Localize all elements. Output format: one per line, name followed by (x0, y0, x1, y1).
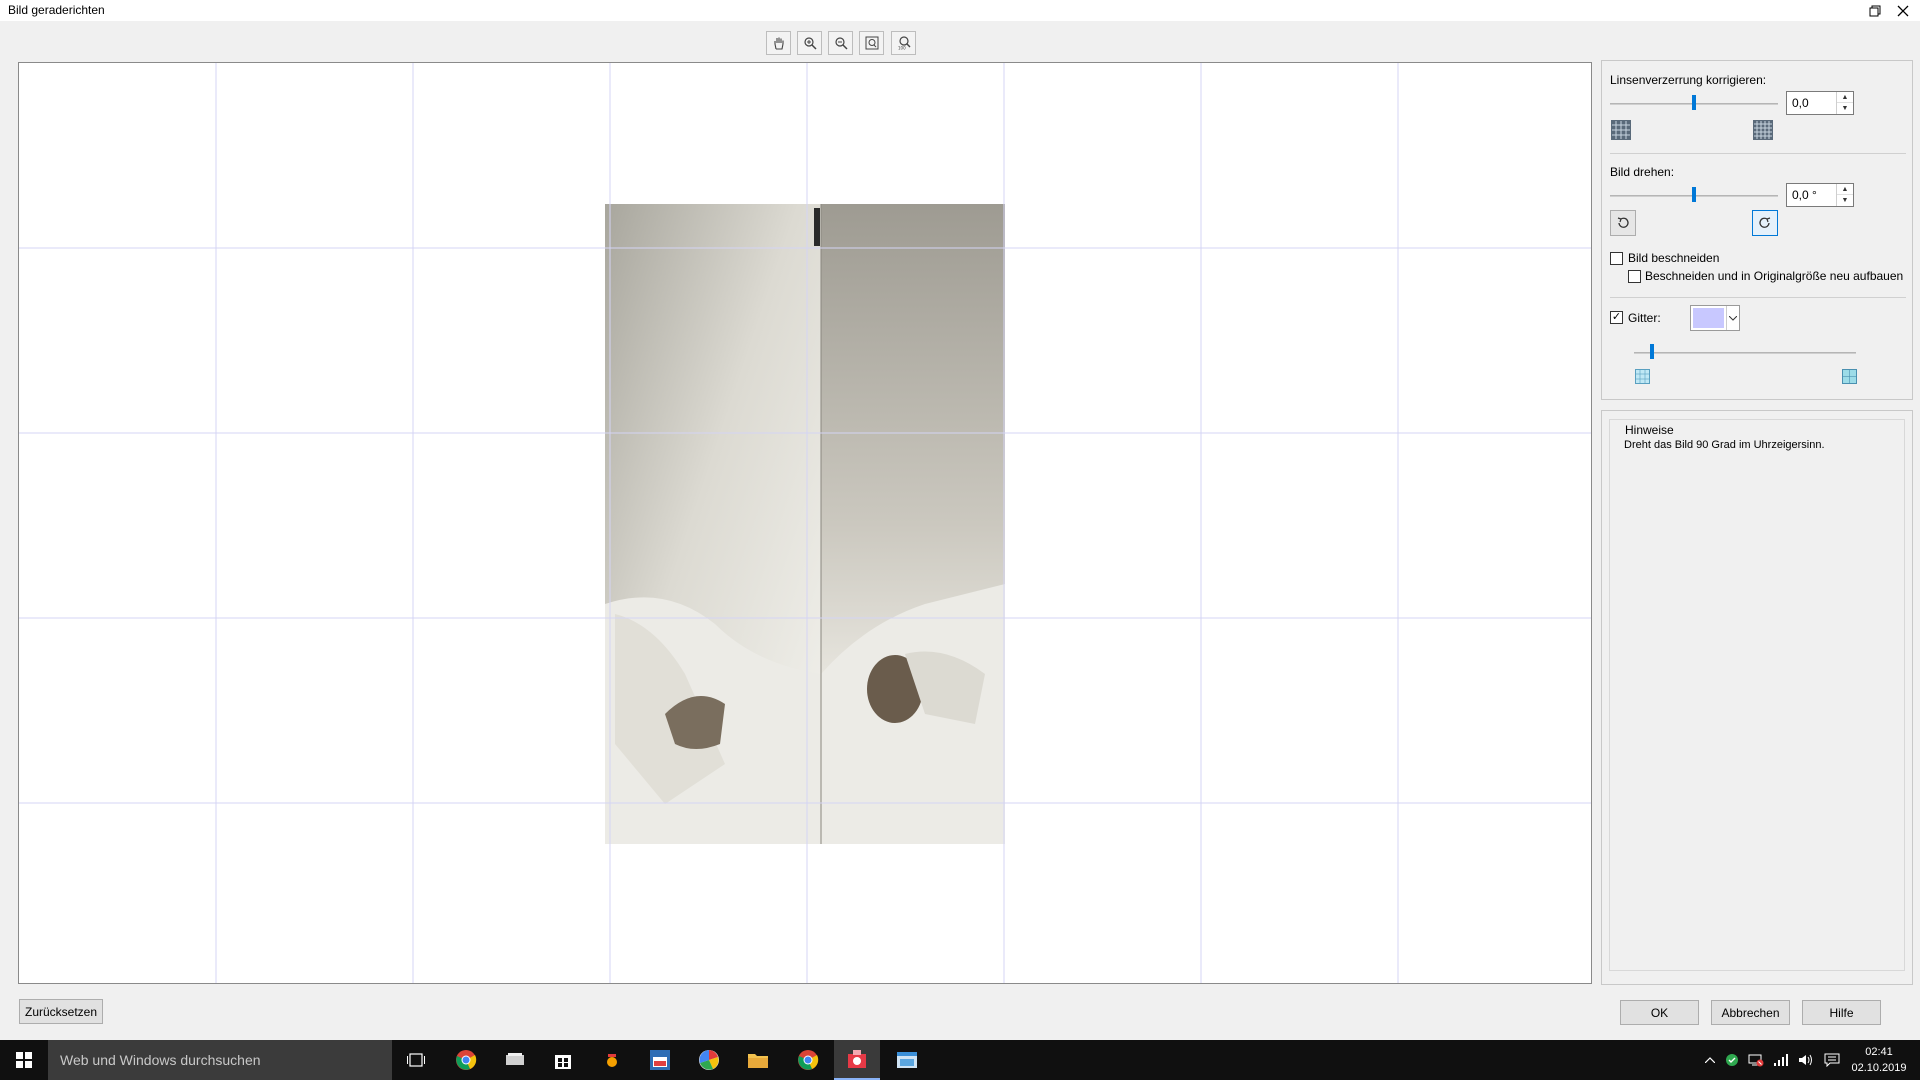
grid-label: Gitter: (1628, 311, 1661, 325)
svg-text:100: 100 (898, 46, 906, 51)
chrome-icon (456, 1050, 477, 1070)
fit-to-window-button[interactable] (859, 31, 884, 55)
pincushion-distortion-icon (1752, 119, 1774, 141)
tray-overflow-icon[interactable] (1700, 1040, 1720, 1080)
pan-tool-button[interactable] (766, 31, 791, 55)
spin-down-button[interactable]: ▼ (1837, 103, 1853, 114)
wifi-icon[interactable] (1770, 1040, 1792, 1080)
chevron-down-icon (1726, 306, 1739, 330)
lens-value: 0,0 (1792, 96, 1809, 110)
rotate-value-spinner[interactable]: 0,0 ° ▲ ▼ (1786, 183, 1854, 207)
close-button[interactable] (1890, 0, 1916, 21)
folder-icon (748, 1054, 768, 1068)
camera-app-icon (848, 1050, 866, 1068)
rotate-clockwise-icon (1759, 217, 1771, 228)
taskbar-app-8[interactable] (884, 1040, 930, 1080)
taskbar-app-active[interactable] (834, 1040, 880, 1080)
grid-checkbox[interactable]: ✓ (1610, 311, 1623, 324)
windows-logo-icon (16, 1052, 32, 1068)
close-icon (1897, 5, 1909, 16)
settings-panel: Linsenverzerrung korrigieren: 0,0 ▲ ▼ Bi… (1601, 60, 1913, 400)
hints-text: Dreht das Bild 90 Grad im Uhrzeigersinn. (1624, 439, 1825, 451)
search-placeholder: Web und Windows durchsuchen (60, 1052, 261, 1068)
action-center-icon[interactable] (1820, 1040, 1844, 1080)
rotate-label: Bild drehen: (1610, 165, 1675, 179)
spin-up-button[interactable]: ▲ (1837, 92, 1853, 103)
crop-rebuild-checkbox[interactable] (1628, 270, 1641, 283)
restore-icon (1869, 5, 1881, 16)
chrome-icon (798, 1050, 819, 1070)
taskbar-chrome-2[interactable] (785, 1040, 831, 1080)
store-icon (555, 1055, 571, 1069)
task-view-icon (407, 1053, 425, 1067)
lens-slider-thumb[interactable] (1692, 95, 1696, 110)
taskbar-app-6[interactable] (686, 1040, 732, 1080)
crop-checkbox[interactable] (1610, 252, 1623, 265)
grid-color-picker[interactable] (1690, 305, 1740, 331)
taskbar-app-2[interactable] (492, 1040, 538, 1080)
window-title: Bild geraderichten (8, 3, 105, 17)
zoom-100-button[interactable]: 100 (891, 31, 916, 55)
grid-overlay (19, 63, 1591, 983)
help-button[interactable]: Hilfe (1802, 1000, 1881, 1025)
network-warning-icon[interactable] (1745, 1040, 1767, 1080)
taskbar-file-explorer[interactable] (735, 1040, 781, 1080)
clock-time: 02:41 (1865, 1046, 1893, 1058)
start-button[interactable] (0, 1040, 48, 1080)
fit-icon (865, 36, 878, 50)
hints-frame: Hinweise Dreht das Bild 90 Grad im Uhrze… (1609, 419, 1905, 971)
task-view-button[interactable] (393, 1040, 439, 1080)
taskbar-app-5[interactable] (637, 1040, 683, 1080)
picasa-icon (699, 1050, 719, 1070)
large-grid-icon (1842, 369, 1857, 384)
restore-button[interactable] (1862, 0, 1888, 21)
grid-size-slider-track[interactable] (1634, 352, 1856, 354)
image-canvas[interactable] (18, 62, 1592, 984)
small-grid-icon (1635, 369, 1650, 384)
hints-title: Hinweise (1622, 423, 1677, 437)
separator (1610, 153, 1906, 154)
security-icon[interactable] (1722, 1040, 1742, 1080)
hints-panel: Hinweise Dreht das Bild 90 Grad im Uhrze… (1601, 410, 1913, 985)
lens-distortion-label: Linsenverzerrung korrigieren: (1610, 73, 1767, 87)
barrel-distortion-icon (1610, 119, 1632, 141)
scanner-icon (506, 1053, 524, 1065)
spin-down-button[interactable]: ▼ (1837, 195, 1853, 206)
taskbar-search[interactable]: Web und Windows durchsuchen (48, 1040, 392, 1080)
spin-up-button[interactable]: ▲ (1837, 184, 1853, 195)
clock-date: 02.10.2019 (1851, 1062, 1907, 1074)
crop-rebuild-label: Beschneiden und in Originalgröße neu auf… (1645, 269, 1904, 283)
volume-icon[interactable] (1795, 1040, 1817, 1080)
grid-size-slider-thumb[interactable] (1649, 344, 1654, 359)
rotate-counterclockwise-icon (1617, 217, 1629, 228)
app-icon (607, 1054, 617, 1067)
window-app-icon (897, 1052, 917, 1068)
zoom-out-button[interactable] (828, 31, 853, 55)
zoom-out-icon (834, 37, 848, 50)
taskbar-store[interactable] (540, 1040, 586, 1080)
zoom-in-icon (803, 37, 817, 50)
photo-editor-icon (650, 1050, 670, 1070)
cancel-button[interactable]: Abbrechen (1711, 1000, 1790, 1025)
lens-value-spinner[interactable]: 0,0 ▲ ▼ (1786, 91, 1854, 115)
taskbar-app-4[interactable] (589, 1040, 635, 1080)
zoom-in-button[interactable] (797, 31, 822, 55)
hand-icon (773, 37, 784, 50)
reset-button[interactable]: Zurücksetzen (19, 999, 103, 1024)
ok-button[interactable]: OK (1620, 1000, 1699, 1025)
separator (1610, 297, 1906, 298)
rotate-slider-thumb[interactable] (1692, 187, 1696, 202)
grid-color-swatch (1693, 308, 1724, 328)
crop-label: Bild beschneiden (1628, 251, 1720, 265)
taskbar: Web und Windows durchsuchen 02:41 02.10.… (0, 1040, 1920, 1080)
clock[interactable]: 02:41 02.10.2019 (1848, 1040, 1910, 1080)
rotate-value: 0,0 ° (1792, 188, 1817, 202)
zoom-100-icon: 100 (898, 36, 910, 51)
title-bar: Bild geraderichten (0, 0, 1920, 21)
rotate-left-button[interactable] (1610, 210, 1636, 236)
rotate-right-button[interactable] (1752, 210, 1778, 236)
taskbar-chrome[interactable] (443, 1040, 489, 1080)
